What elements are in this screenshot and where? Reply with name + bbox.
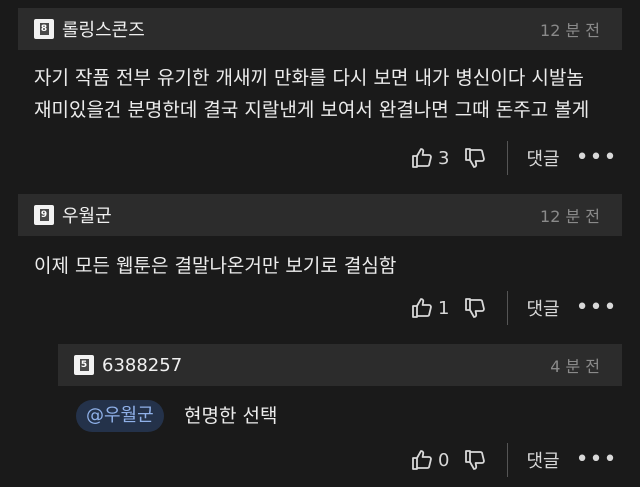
comment-actions: 1 댓글 •••	[410, 290, 626, 326]
like-button[interactable]: 1	[410, 296, 449, 320]
comment-author[interactable]: 롤링스콘즈	[62, 16, 145, 42]
reply-button[interactable]: 댓글	[526, 295, 559, 321]
thumbs-up-icon	[412, 298, 432, 318]
reply-button[interactable]: 댓글	[526, 447, 559, 473]
comment-text: 현명한 선택	[184, 400, 277, 432]
comment-header: 8 롤링스콘즈 12 분 전	[18, 8, 622, 50]
comment-text: 자기 작품 전부 유기한 개새끼 만화를 다시 보면 내가 병신이다 시발놈 재…	[34, 62, 589, 126]
like-count: 0	[438, 449, 450, 471]
comment-text-line: 자기 작품 전부 유기한 개새끼 만화를 다시 보면 내가 병신이다 시발놈	[34, 67, 584, 89]
mention-tag[interactable]: @우월군	[76, 400, 164, 432]
comment-header: 9 우월군 12 분 전	[18, 194, 622, 236]
comment-time: 12 분 전	[540, 21, 600, 40]
reply-button[interactable]: 댓글	[526, 145, 559, 171]
level-badge-icon: 8	[34, 19, 54, 39]
level-badge-icon: 5	[74, 355, 94, 375]
comment-actions: 3 댓글 •••	[410, 140, 626, 176]
like-count: 3	[438, 147, 450, 169]
reply-header: 5 6388257 4 분 전	[58, 344, 622, 386]
more-options-icon[interactable]: •••	[576, 297, 618, 319]
comment-actions: 0 댓글 •••	[410, 442, 626, 478]
action-divider	[507, 443, 509, 477]
comment-text-line: 이제 모든 웹툰은 결말나온거만 보기로 결심함	[34, 255, 397, 277]
dislike-button[interactable]	[463, 296, 487, 320]
comment-text-line: 현명한 선택	[184, 405, 278, 427]
more-options-icon[interactable]: •••	[576, 449, 618, 471]
comment-author[interactable]: 6388257	[102, 355, 182, 376]
thumbs-up-icon	[412, 148, 432, 168]
comment-author[interactable]: 우월군	[62, 202, 112, 228]
like-count: 1	[438, 297, 450, 319]
comment-text: 이제 모든 웹툰은 결말나온거만 보기로 결심함	[34, 250, 396, 282]
dislike-button[interactable]	[463, 146, 487, 170]
thumbs-down-icon	[465, 148, 486, 168]
thumbs-up-icon	[412, 450, 432, 470]
like-button[interactable]: 3	[410, 146, 449, 170]
dislike-button[interactable]	[463, 448, 487, 472]
action-divider	[507, 291, 509, 325]
comment-time: 12 분 전	[540, 207, 600, 226]
like-button[interactable]: 0	[410, 448, 449, 472]
comment-time: 4 분 전	[550, 357, 600, 376]
action-divider	[507, 141, 509, 175]
more-options-icon[interactable]: •••	[576, 147, 618, 169]
level-badge-icon: 9	[34, 205, 54, 225]
thumbs-down-icon	[465, 450, 486, 470]
thumbs-down-icon	[465, 298, 486, 318]
comment-text-line: 재미있을건 분명한데 결국 지랄낸게 보여서 완결나면 그때 돈주고 볼게	[34, 99, 590, 121]
